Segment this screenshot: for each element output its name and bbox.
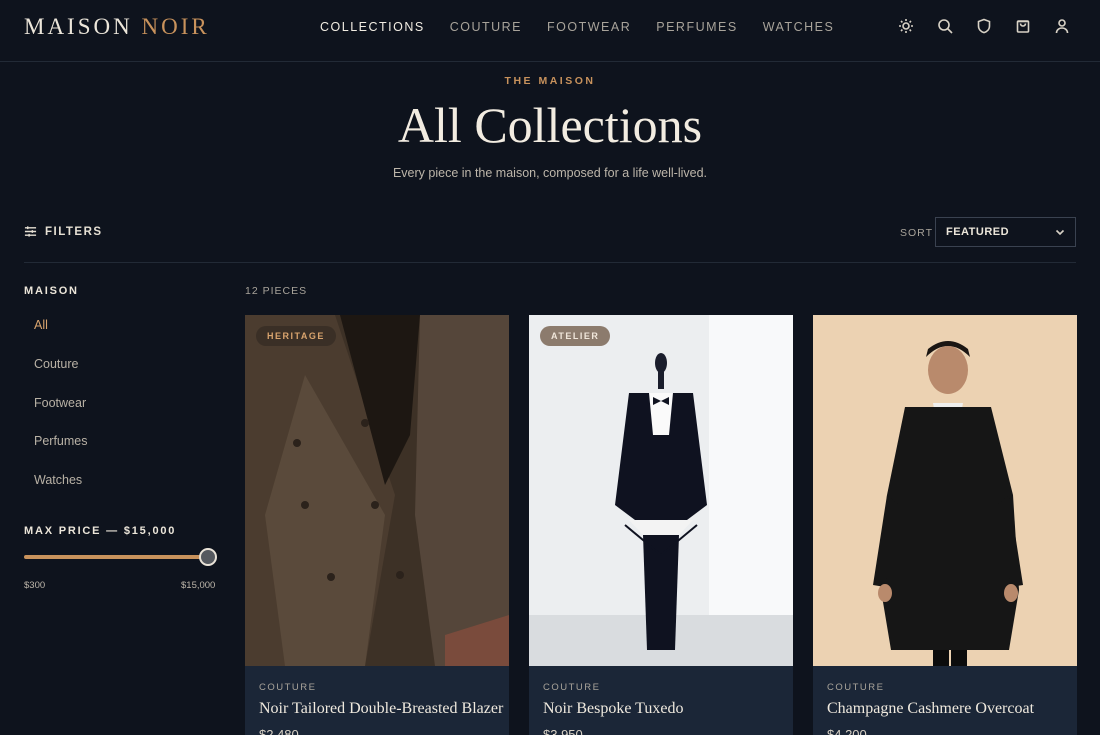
user-icon[interactable] xyxy=(1054,18,1070,34)
filter-item-couture[interactable]: Couture xyxy=(34,357,88,396)
filter-item-perfumes[interactable]: Perfumes xyxy=(34,434,88,473)
price-max-label: $15,000 xyxy=(181,580,216,591)
pieces-count: 12 PIECES xyxy=(245,285,308,297)
top-bar: MAISON NOIR COLLECTIONS COUTURE FOOTWEAR… xyxy=(0,0,1100,62)
filter-item-all[interactable]: All xyxy=(34,318,88,357)
product-name[interactable]: Noir Bespoke Tuxedo xyxy=(543,700,683,718)
product-card[interactable]: HERITAGE COUTURE Noir Tailored Double-Br… xyxy=(245,315,509,735)
filter-group-title: MAISON xyxy=(24,285,79,297)
product-image-overcoat[interactable] xyxy=(813,315,1077,666)
page-title: All Collections xyxy=(397,97,703,153)
product-card[interactable]: ATELIER COUTURE Noir Bespoke Tuxedo $3,9… xyxy=(529,315,793,735)
brand-logo[interactable]: MAISON NOIR xyxy=(24,14,210,40)
filter-item-watches[interactable]: Watches xyxy=(34,473,88,512)
main-nav: COLLECTIONS COUTURE FOOTWEAR PERFUMES WA… xyxy=(320,20,859,34)
price-min-label: $300 xyxy=(24,580,46,591)
divider xyxy=(24,262,1076,263)
sun-icon[interactable] xyxy=(898,18,914,34)
product-price: $2,480 xyxy=(259,727,299,735)
hero-eyebrow: THE MAISON xyxy=(504,75,596,87)
sort-label: SORT xyxy=(900,227,933,239)
slider-thumb[interactable] xyxy=(199,548,217,566)
slider-track xyxy=(24,555,208,559)
brand-name-accent: NOIR xyxy=(141,14,210,39)
product-price: $3,950 xyxy=(543,727,583,735)
product-category: COUTURE xyxy=(259,682,317,693)
search-icon[interactable] xyxy=(937,18,953,34)
nav-footwear[interactable]: FOOTWEAR xyxy=(547,20,631,34)
header-icons xyxy=(898,18,1070,34)
brand-name-primary: MAISON xyxy=(24,14,133,39)
badge-atelier: ATELIER xyxy=(540,326,611,346)
product-price: $4,200 xyxy=(827,727,867,735)
nav-watches[interactable]: WATCHES xyxy=(763,20,835,34)
product-name[interactable]: Champagne Cashmere Overcoat xyxy=(827,700,1034,718)
product-card[interactable]: COUTURE Champagne Cashmere Overcoat $4,2… xyxy=(813,315,1077,735)
shopping-bag-icon[interactable] xyxy=(1015,18,1031,34)
chevron-down-icon xyxy=(1055,229,1065,236)
shield-icon[interactable] xyxy=(976,18,992,34)
product-category: COUTURE xyxy=(543,682,601,693)
badge-heritage: HERITAGE xyxy=(256,326,336,346)
product-name[interactable]: Noir Tailored Double-Breasted Blazer xyxy=(259,700,503,718)
product-category: COUTURE xyxy=(827,682,885,693)
filters-button[interactable]: FILTERS xyxy=(24,225,103,238)
max-price-title: MAX PRICE — $15,000 xyxy=(24,525,177,537)
product-image-blazer[interactable]: HERITAGE xyxy=(245,315,509,666)
category-filter-list: All Couture Footwear Perfumes Watches xyxy=(34,318,88,512)
sliders-icon xyxy=(24,226,37,237)
nav-collections[interactable]: COLLECTIONS xyxy=(320,20,425,34)
sort-select[interactable]: FEATURED xyxy=(935,217,1076,247)
filter-item-footwear[interactable]: Footwear xyxy=(34,396,88,435)
nav-couture[interactable]: COUTURE xyxy=(450,20,522,34)
sort-value: FEATURED xyxy=(946,226,1010,238)
hero-subtitle: Every piece in the maison, composed for … xyxy=(392,166,708,180)
filters-label: FILTERS xyxy=(45,225,103,238)
product-image-tuxedo[interactable]: ATELIER xyxy=(529,315,793,666)
max-price-slider[interactable] xyxy=(24,548,217,566)
nav-perfumes[interactable]: PERFUMES xyxy=(656,20,737,34)
